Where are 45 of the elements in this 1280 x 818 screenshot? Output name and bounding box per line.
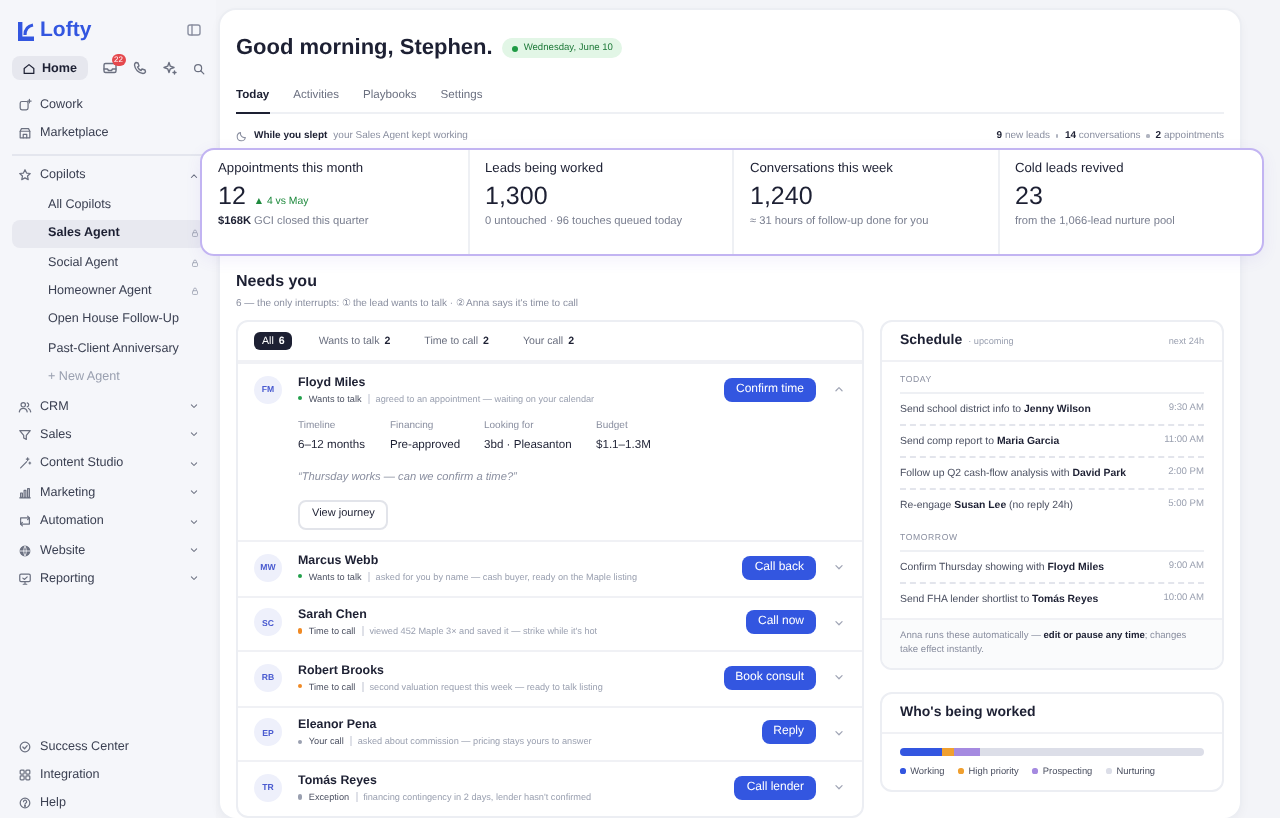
chevron-icon[interactable]	[832, 725, 846, 740]
globe-icon	[18, 543, 32, 558]
loop-icon	[18, 514, 32, 529]
funnel-icon	[18, 427, 32, 442]
help-icon	[18, 796, 32, 811]
chevron-icon	[188, 428, 200, 441]
greeting-heading: Good morning, Stephen.	[236, 36, 493, 60]
sparkle-icon[interactable]	[161, 60, 177, 76]
wand-icon	[18, 456, 32, 471]
brand-name: Lofty	[40, 18, 92, 42]
home-icon	[22, 61, 36, 75]
chevron-icon	[188, 515, 200, 528]
inbox-icon[interactable]	[101, 60, 117, 76]
chevron-icon	[188, 486, 200, 499]
section-title: Needs you	[236, 272, 319, 290]
stat-value: 12	[218, 182, 246, 210]
store-icon	[18, 126, 32, 141]
chevron-icon[interactable]	[832, 670, 846, 685]
monitor-icon	[18, 571, 32, 586]
lock-icon	[190, 228, 200, 239]
lock-icon	[190, 257, 200, 268]
chevron-icon[interactable]	[832, 560, 846, 574]
lock-icon	[190, 286, 200, 297]
grid-icon	[18, 767, 32, 782]
stat-value: 23	[1015, 182, 1043, 210]
moon-icon	[236, 130, 248, 142]
chevron-icon[interactable]	[832, 780, 846, 795]
chevron-icon	[188, 572, 200, 585]
star-icon	[18, 168, 32, 183]
chevron-icon[interactable]	[832, 615, 846, 630]
chevron-icon[interactable]	[832, 382, 846, 396]
search-icon[interactable]	[191, 61, 205, 75]
chevron-icon	[188, 169, 200, 182]
sidebar-toggle-icon[interactable]	[186, 22, 202, 38]
stat-value: 1,240	[750, 182, 813, 210]
bars-icon	[18, 485, 32, 500]
phone-icon[interactable]	[131, 60, 147, 76]
chevron-icon	[188, 544, 200, 557]
check-icon	[18, 739, 32, 754]
cowork-icon	[18, 97, 32, 112]
chevron-icon	[188, 400, 200, 413]
chevron-icon	[188, 457, 200, 470]
people-icon	[18, 399, 32, 414]
logo-icon	[16, 19, 36, 41]
stat-value: 1,300	[485, 182, 548, 210]
